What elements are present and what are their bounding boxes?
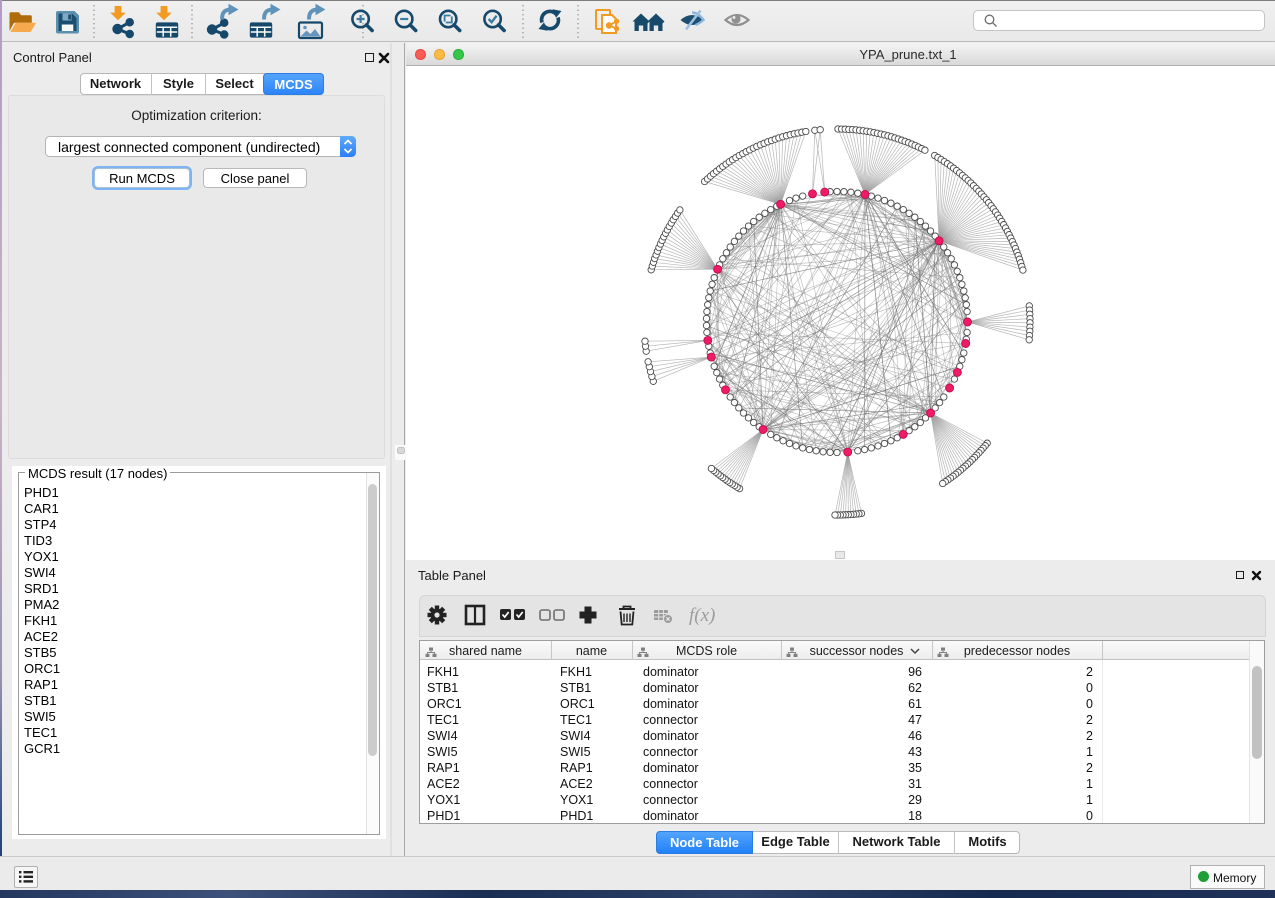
svg-text:f(x): f(x) (689, 605, 715, 626)
